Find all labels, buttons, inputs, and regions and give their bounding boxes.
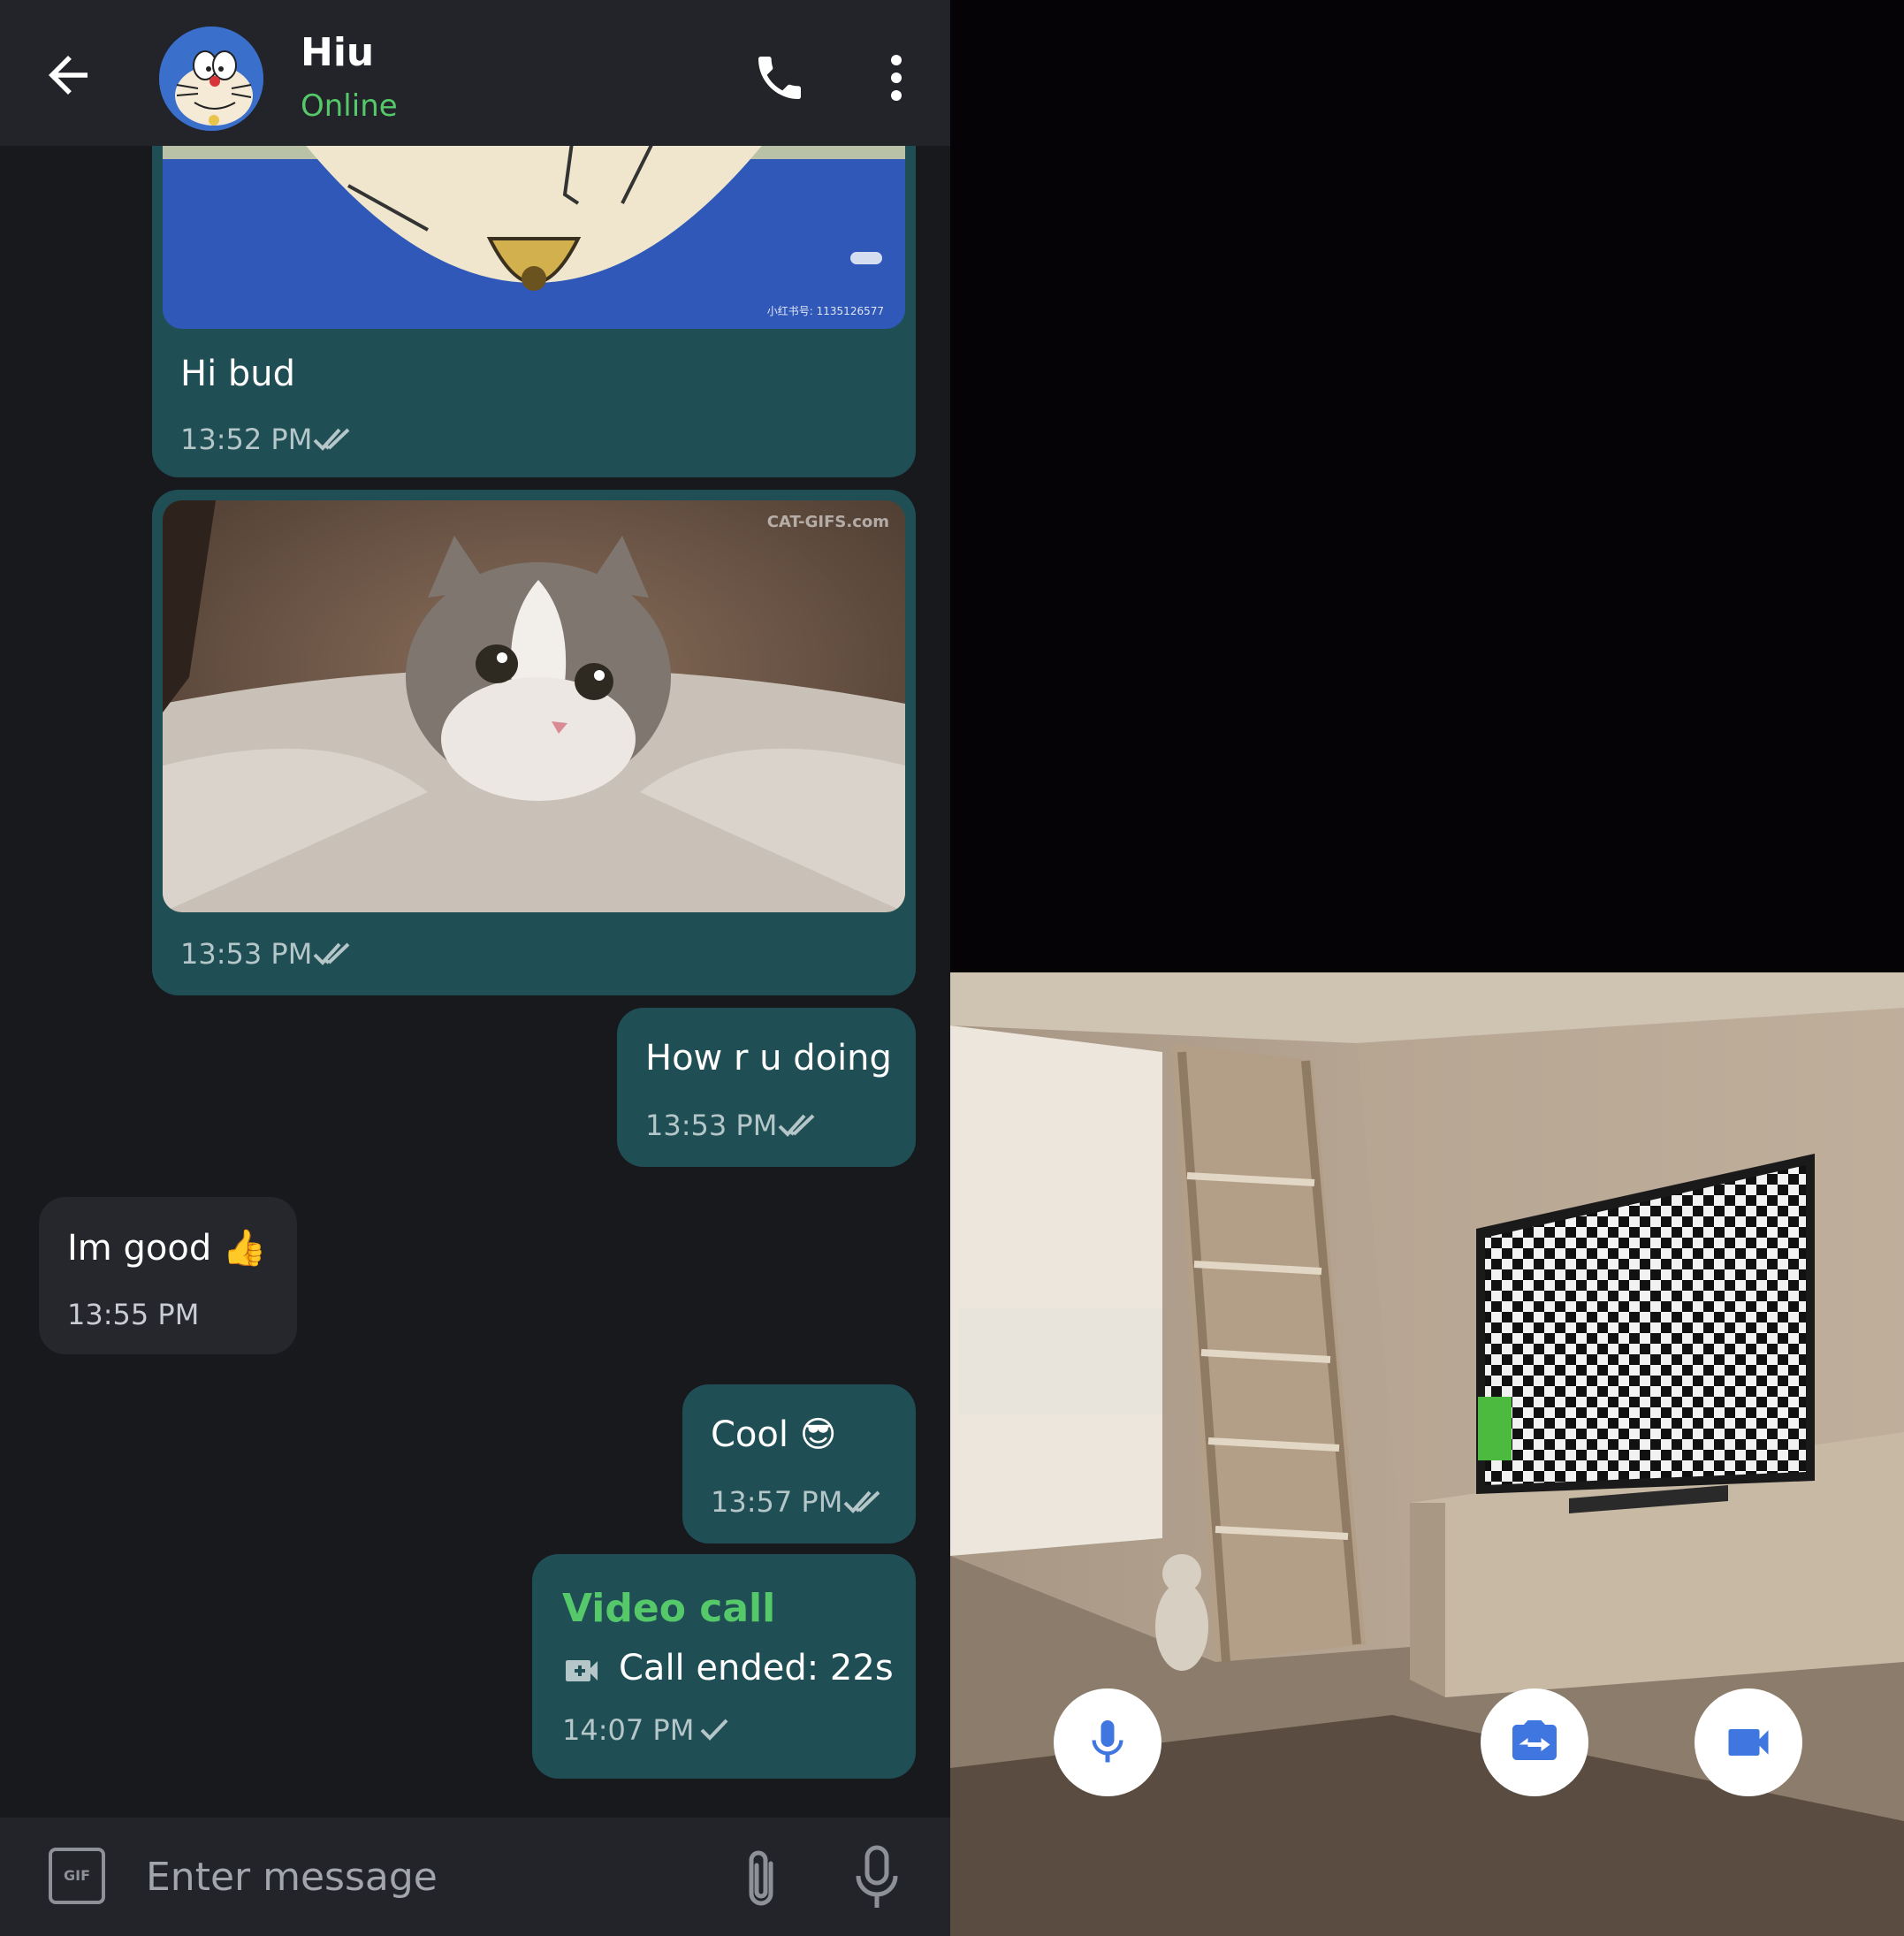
message-bubble-outgoing[interactable]: How r u doing 13:53 PM [617,1008,916,1167]
double-check-icon [313,942,350,965]
back-button[interactable] [39,46,97,104]
double-check-icon [313,428,350,451]
chat-header: Hiu Online [0,0,950,146]
paperclip-icon [749,1850,773,1906]
switch-camera-button[interactable] [1481,1688,1588,1796]
contact-name[interactable]: Hiu [301,30,374,75]
mute-microphone-button[interactable] [1054,1688,1161,1796]
more-vertical-icon [891,55,902,101]
message-bubble-outgoing[interactable]: Cool 😎 13:57 PM [682,1384,916,1543]
message-text: Cool 😎 [711,1414,837,1455]
remote-video-feed [950,12,1904,972]
image-watermark: CAT-GIFS.com [766,513,889,531]
more-options-button[interactable] [877,50,916,106]
arrow-left-icon [49,56,88,95]
image-watermark: 小红书号: 1135126577 [766,305,884,317]
cat-gif-image [163,500,905,912]
avatar[interactable] [159,27,263,131]
video-call-panel [950,0,1904,1936]
doraemon-avatar-image [159,27,263,131]
message-input[interactable] [146,1844,694,1909]
attach-button[interactable] [739,1848,783,1909]
message-bubble-outgoing[interactable]: 小红书号: 1135126577 Hi bud 13:52 PM [152,97,916,477]
message-text: Im good 👍 [67,1228,267,1269]
double-check-icon [843,1490,880,1513]
message-bubble-incoming[interactable]: Im good 👍 13:55 PM [39,1197,297,1354]
switch-camera-icon [1512,1720,1557,1760]
call-log-bubble[interactable]: Video call Call ended: 22s 14:07 PM [532,1554,916,1779]
microphone-icon [1092,1720,1123,1763]
message-time: 13:55 PM [67,1298,200,1331]
chat-screen: Hiu Online 小红书号: 1135126577 Hi bud 13:52… [0,0,950,1936]
voice-message-button[interactable] [852,1844,902,1911]
message-text: How r u doing [645,1038,892,1079]
message-composer: GIF [0,1818,950,1936]
check-icon [700,1719,728,1741]
message-time: 13:53 PM [645,1109,778,1142]
message-text: Hi bud [180,354,296,394]
microphone-icon [856,1845,898,1908]
voice-call-button[interactable] [751,50,808,106]
message-time: 13:53 PM [180,937,313,971]
message-bubble-outgoing[interactable]: CAT-GIFS.com 13:53 PM [152,490,916,995]
contact-status: Online [301,88,398,124]
double-check-icon [778,1114,815,1137]
video-call-icon [566,1660,598,1681]
message-time: 13:52 PM [180,423,313,456]
call-log-title: Video call [562,1586,776,1631]
toggle-video-button[interactable] [1695,1688,1802,1796]
message-time: 13:57 PM [711,1485,843,1519]
gif-button[interactable]: GIF [49,1848,105,1904]
message-image-cat[interactable]: CAT-GIFS.com [163,500,905,912]
message-time: 14:07 PM [562,1713,695,1747]
call-log-duration: Call ended: 22s [619,1648,894,1688]
video-camera-icon [1728,1729,1769,1756]
phone-icon [758,57,801,99]
